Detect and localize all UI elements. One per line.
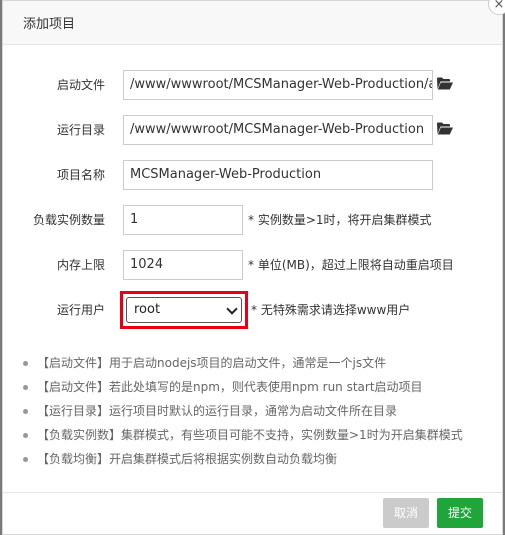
- note-text: 【启动文件】用于启动nodejs项目的启动文件，通常是一个js文件: [37, 356, 387, 370]
- run-user-select[interactable]: root: [126, 297, 242, 323]
- run-user-label: 运行用户: [56, 303, 105, 317]
- run-user-hint: * 无特殊需求请选择www用户: [251, 303, 411, 317]
- cancel-button[interactable]: 取消: [383, 498, 429, 528]
- memory-input[interactable]: 1024: [123, 250, 243, 280]
- note-text: 【负载均衡】开启集群模式后将根据实例数自动负载均衡: [37, 452, 338, 466]
- bullet-icon: [23, 408, 28, 414]
- instances-row: 负载实例数量 1 * 实例数量>1时，将开启集群模式: [3, 205, 502, 235]
- note-text: 【运行目录】运行项目时默认的运行目录，通常为启动文件所在目录: [37, 404, 398, 418]
- project-name-label: 项目名称: [56, 168, 105, 182]
- bullet-icon: [23, 456, 28, 462]
- note-text: 【启动文件】若此处填写的是npm，则代表使用npm run start启动项目: [37, 380, 423, 394]
- instances-hint: * 实例数量>1时，将开启集群模式: [248, 213, 432, 227]
- folder-open-icon[interactable]: [437, 122, 453, 135]
- startup-file-input[interactable]: /www/wwwroot/MCSManager-Web-Production/a…: [123, 70, 433, 100]
- run-dir-label: 运行目录: [56, 123, 105, 137]
- submit-button[interactable]: 提交: [437, 498, 483, 528]
- memory-row: 内存上限 1024 * 单位(MB)，超过上限将自动重启项目: [3, 250, 502, 280]
- project-name-input[interactable]: MCSManager-Web-Production: [123, 160, 433, 190]
- bullet-icon: [23, 384, 28, 390]
- bullet-icon: [23, 360, 28, 366]
- instances-label: 负载实例数量: [32, 213, 105, 227]
- list-item: 【运行目录】运行项目时默认的运行目录，通常为启动文件所在目录: [23, 399, 463, 423]
- help-notes: 【启动文件】用于启动nodejs项目的启动文件，通常是一个js文件 【启动文件】…: [23, 351, 463, 471]
- list-item: 【启动文件】用于启动nodejs项目的启动文件，通常是一个js文件: [23, 351, 463, 375]
- project-name-row: 项目名称 MCSManager-Web-Production: [3, 160, 502, 190]
- instances-input[interactable]: 1: [123, 205, 243, 235]
- memory-label: 内存上限: [56, 258, 105, 272]
- run-user-row: 运行用户 root * 无特殊需求请选择www用户: [3, 291, 502, 329]
- startup-file-label: 启动文件: [56, 78, 105, 92]
- run-dir-row: 运行目录 /www/wwwroot/MCSManager-Web-Product…: [3, 115, 502, 145]
- startup-file-row: 启动文件 /www/wwwroot/MCSManager-Web-Product…: [3, 70, 502, 100]
- list-item: 【启动文件】若此处填写的是npm，则代表使用npm run start启动项目: [23, 375, 463, 399]
- chevron-down-icon: [226, 303, 238, 315]
- bullet-icon: [23, 432, 28, 438]
- memory-hint: * 单位(MB)，超过上限将自动重启项目: [248, 258, 454, 272]
- list-item: 【负载均衡】开启集群模式后将根据实例数自动负载均衡: [23, 447, 463, 471]
- dialog-footer: 取消 提交: [3, 492, 502, 534]
- list-item: 【负载实例数】集群模式，有些项目可能不支持，实例数量>1时为开启集群模式: [23, 423, 463, 447]
- run-user-highlight: root: [120, 291, 248, 329]
- run-dir-input[interactable]: /www/wwwroot/MCSManager-Web-Production: [123, 115, 433, 145]
- dialog-title: 添加项目: [23, 17, 76, 32]
- note-text: 【负载实例数】集群模式，有些项目可能不支持，实例数量>1时为开启集群模式: [37, 428, 463, 442]
- dialog-titlebar: 添加项目: [3, 1, 502, 45]
- run-user-selected-value: root: [134, 302, 161, 317]
- folder-open-icon[interactable]: [437, 77, 453, 90]
- add-project-dialog: 添加项目 × 启动文件 /www/wwwroot/MCSManager-Web-…: [2, 0, 505, 535]
